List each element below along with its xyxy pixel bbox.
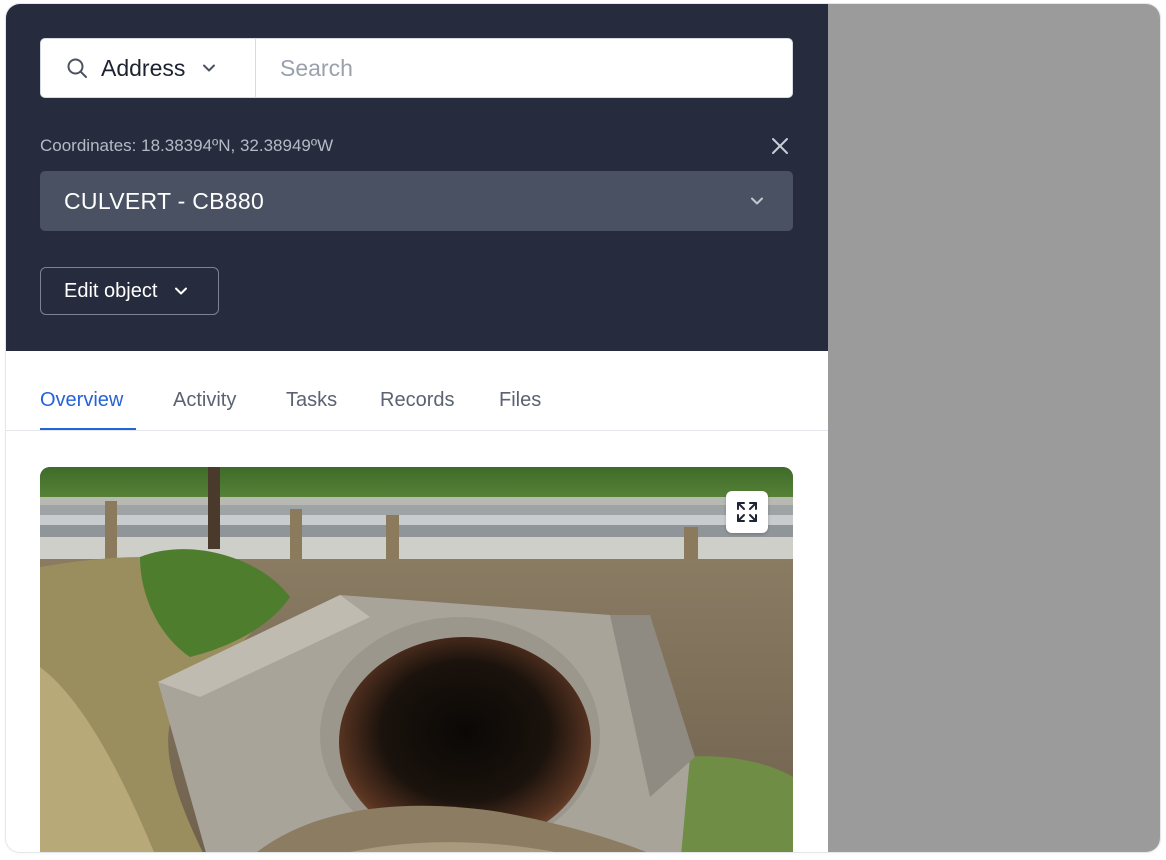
tab-files[interactable]: Files bbox=[499, 389, 541, 412]
object-select[interactable]: CULVERT - CB880 bbox=[40, 171, 793, 231]
map-area[interactable] bbox=[828, 4, 1160, 852]
search-bar: Address bbox=[40, 38, 793, 98]
expand-photo-button[interactable] bbox=[726, 491, 768, 533]
close-icon bbox=[771, 137, 789, 155]
tab-records[interactable]: Records bbox=[380, 389, 454, 412]
chevron-down-icon bbox=[199, 58, 219, 78]
edit-object-button[interactable]: Edit object bbox=[40, 267, 219, 315]
tab-tasks[interactable]: Tasks bbox=[286, 389, 337, 412]
search-input[interactable] bbox=[256, 39, 792, 97]
culvert-photo-image bbox=[40, 467, 793, 852]
chevron-down-icon bbox=[747, 191, 767, 211]
tab-overview[interactable]: Overview bbox=[40, 389, 123, 412]
close-button[interactable] bbox=[768, 134, 792, 158]
tab-bar: Overview Activity Tasks Records Files bbox=[6, 351, 828, 431]
app-window: Address Coordinates: 18.38394ºN, 32.3894… bbox=[6, 4, 1160, 852]
active-tab-indicator bbox=[40, 428, 136, 430]
culvert-photo bbox=[40, 467, 793, 852]
expand-icon bbox=[736, 501, 758, 523]
edit-object-label: Edit object bbox=[64, 279, 158, 302]
search-type-label: Address bbox=[101, 54, 186, 81]
panel-header: Address Coordinates: 18.38394ºN, 32.3894… bbox=[6, 4, 828, 351]
object-select-value: CULVERT - CB880 bbox=[64, 187, 265, 214]
chevron-down-icon bbox=[171, 281, 191, 301]
search-icon bbox=[65, 56, 89, 80]
tab-activity[interactable]: Activity bbox=[173, 389, 236, 412]
object-detail-panel: Address Coordinates: 18.38394ºN, 32.3894… bbox=[6, 4, 828, 852]
coordinates-label: Coordinates: 18.38394ºN, 32.38949ºW bbox=[40, 136, 334, 155]
search-type-dropdown[interactable]: Address bbox=[41, 39, 256, 97]
